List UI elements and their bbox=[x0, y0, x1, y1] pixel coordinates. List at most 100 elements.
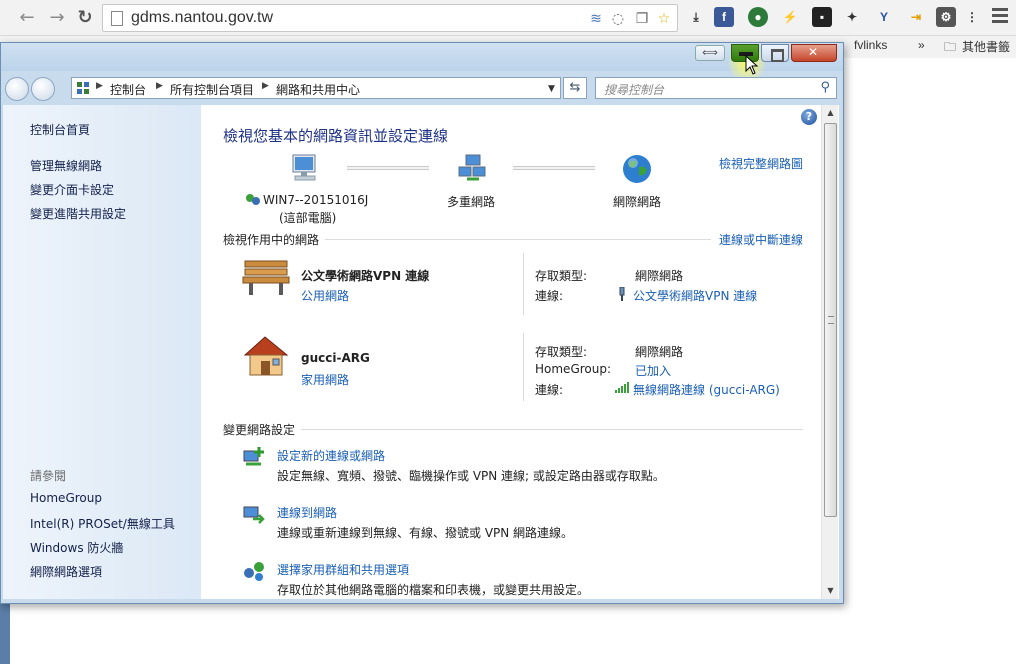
search-placeholder: 搜尋控制台 bbox=[604, 83, 665, 97]
connection-link[interactable]: 公文學術網路VPN 連線 bbox=[633, 287, 757, 304]
section-divider bbox=[325, 239, 711, 240]
crumb-separator-icon: ▶ bbox=[262, 81, 269, 91]
wifi-signal-icon bbox=[615, 382, 629, 393]
omnibox[interactable]: gdms.nantou.gov.tw ≋ ◌ ❐ ☆ bbox=[102, 4, 678, 32]
network-divider bbox=[523, 333, 524, 401]
facebook-icon[interactable]: f bbox=[714, 7, 734, 27]
tool-icon[interactable]: ⚡ bbox=[780, 7, 800, 27]
section-divider bbox=[301, 429, 803, 430]
puzzle-icon[interactable]: ✦ bbox=[842, 7, 862, 27]
page-title: 檢視您基本的網路資訊並設定連線 bbox=[223, 127, 449, 145]
back-button[interactable] bbox=[5, 77, 29, 101]
link-intel-proset[interactable]: Intel(R) PROSet/無線工具 bbox=[30, 515, 175, 532]
gear-extension-icon[interactable]: ⚙ bbox=[936, 7, 956, 27]
access-type-label: 存取類型: bbox=[535, 345, 588, 359]
link-adapter-settings[interactable]: 變更介面卡設定 bbox=[30, 181, 114, 198]
multiple-networks-label[interactable]: 多重網路 bbox=[447, 193, 495, 210]
extension-badge-icon[interactable]: ● bbox=[748, 7, 768, 27]
access-type-label: 存取類型: bbox=[535, 269, 588, 283]
see-also-heading: 請參閱 bbox=[30, 469, 67, 483]
access-type-value: 網際網路 bbox=[635, 269, 684, 283]
bookmark-fvlinks[interactable]: fvlinks bbox=[854, 38, 887, 52]
connect-disconnect-link[interactable]: 連線或中斷連線 bbox=[719, 231, 803, 248]
link-internet-options[interactable]: 網際網路選項 bbox=[30, 563, 102, 580]
task-homegroup-link[interactable]: 選擇家用群組和共用選項 bbox=[277, 561, 409, 578]
forward-arrow-icon[interactable]: → bbox=[46, 7, 68, 29]
bookmarks-more[interactable]: » bbox=[918, 38, 925, 52]
crumb-network-center[interactable]: 網路和共用中心 bbox=[276, 81, 360, 98]
copy-icon[interactable]: ❐ bbox=[633, 10, 651, 28]
crumb-all-items[interactable]: 所有控制台項目 bbox=[170, 81, 254, 98]
view-full-map-link[interactable]: 檢視完整網路圖 bbox=[719, 155, 803, 172]
rss-icon[interactable]: ≋ bbox=[587, 10, 605, 28]
link-control-panel-home[interactable]: 控制台首頁 bbox=[30, 121, 90, 138]
connection-label: 連線: bbox=[535, 383, 564, 397]
crumb-control-panel[interactable]: 控制台 bbox=[110, 81, 146, 98]
star-icon[interactable]: ☆ bbox=[655, 10, 673, 28]
speech-icon[interactable]: ◌ bbox=[609, 10, 627, 28]
link-homegroup[interactable]: HomeGroup bbox=[30, 491, 102, 505]
map-connector-line bbox=[347, 166, 429, 170]
home-icon bbox=[243, 336, 289, 376]
task-new-connection-link[interactable]: 設定新的連線或網路 bbox=[277, 447, 385, 464]
snap-icon[interactable]: ⟺ bbox=[695, 45, 725, 61]
network-type-link[interactable]: 家用網路 bbox=[301, 371, 349, 388]
search-input[interactable]: 搜尋控制台 ⚲ bbox=[595, 77, 837, 99]
connection-link[interactable]: 無線網路連線 (gucci-ARG) bbox=[633, 381, 780, 398]
access-type-value: 網際網路 bbox=[635, 345, 684, 359]
computer-name[interactable]: WIN7--20151016J bbox=[263, 193, 368, 207]
network-name: 公文學術網路VPN 連線 bbox=[301, 269, 430, 283]
maximize-button[interactable] bbox=[761, 44, 789, 62]
mouse-cursor-icon bbox=[745, 55, 759, 75]
homegroup-link[interactable]: 已加入 bbox=[635, 362, 671, 379]
page-icon bbox=[111, 11, 123, 26]
close-button[interactable] bbox=[791, 44, 837, 62]
task-description: 存取位於其他網路電腦的檔案和印表機，或變更共用設定。 bbox=[277, 583, 590, 597]
link-manage-wireless[interactable]: 管理無線網路 bbox=[30, 157, 102, 174]
network-divider bbox=[523, 253, 524, 315]
more-extensions-icon[interactable]: ⋮ bbox=[962, 7, 982, 27]
vpn-plug-icon bbox=[619, 287, 625, 301]
left-pane: 控制台首頁 管理無線網路 變更介面卡設定 變更進階共用設定 請參閱 HomeGr… bbox=[3, 105, 201, 599]
connect-network-icon bbox=[243, 506, 265, 524]
window-body: 控制台首頁 管理無線網路 變更介面卡設定 變更進階共用設定 請參閱 HomeGr… bbox=[3, 105, 839, 599]
homegroup-sharing-icon bbox=[244, 562, 264, 581]
network-type-link[interactable]: 公用網路 bbox=[301, 287, 349, 304]
cards-icon[interactable]: ▪ bbox=[812, 7, 832, 27]
scroll-thumb[interactable] bbox=[824, 123, 837, 517]
download-icon[interactable]: ⤓ bbox=[686, 7, 706, 27]
forward-button[interactable] bbox=[31, 77, 55, 101]
share-icon[interactable]: ⇥ bbox=[906, 7, 926, 27]
reload-icon[interactable]: ↻ bbox=[74, 7, 96, 29]
scroll-up-icon[interactable]: ▲ bbox=[822, 105, 839, 121]
menu-icon[interactable] bbox=[992, 8, 1008, 26]
new-connection-icon bbox=[243, 447, 264, 466]
link-advanced-sharing[interactable]: 變更進階共用設定 bbox=[30, 205, 126, 222]
internet-label[interactable]: 網際網路 bbox=[613, 193, 661, 210]
y-extension-icon[interactable]: Y bbox=[874, 7, 894, 27]
change-settings-heading: 變更網路設定 bbox=[223, 423, 296, 437]
title-bar[interactable]: ⟺ bbox=[1, 43, 843, 81]
bookmark-other[interactable]: 其他書籤 bbox=[962, 38, 1010, 55]
search-icon[interactable]: ⚲ bbox=[820, 80, 830, 95]
control-panel-icon bbox=[77, 82, 89, 94]
back-arrow-icon[interactable]: ← bbox=[16, 7, 38, 29]
crumb-separator-icon: ▶ bbox=[96, 81, 103, 91]
scroll-down-icon[interactable]: ▼ bbox=[822, 583, 839, 599]
grip-icon bbox=[828, 316, 834, 324]
breadcrumb[interactable]: ▶ 控制台 ▶ 所有控制台項目 ▶ 網路和共用中心 ▼ bbox=[71, 77, 561, 99]
network-users-icon bbox=[246, 194, 260, 205]
task-description: 設定無線、寬頻、撥號、臨機操作或 VPN 連線; 或設定路由器或存取點。 bbox=[277, 469, 665, 483]
link-windows-firewall[interactable]: Windows 防火牆 bbox=[30, 539, 123, 556]
computer-icon bbox=[292, 154, 316, 181]
homegroup-label: HomeGroup: bbox=[535, 362, 612, 376]
chevron-down-icon[interactable]: ▼ bbox=[548, 84, 555, 94]
active-networks-heading: 檢視作用中的網路 bbox=[223, 233, 320, 247]
vertical-scrollbar[interactable]: ▲ ▼ bbox=[821, 105, 838, 599]
help-icon[interactable]: ? bbox=[801, 109, 817, 125]
refresh-icon[interactable]: ⇆ bbox=[563, 77, 587, 99]
task-connect-link[interactable]: 連線到網路 bbox=[277, 504, 337, 521]
connection-label: 連線: bbox=[535, 289, 564, 303]
crumb-separator-icon: ▶ bbox=[156, 81, 163, 91]
browser-toolbar: ← → ↻ gdms.nantou.gov.tw ≋ ◌ ❐ ☆ ⤓ f ● ⚡… bbox=[0, 0, 1016, 36]
